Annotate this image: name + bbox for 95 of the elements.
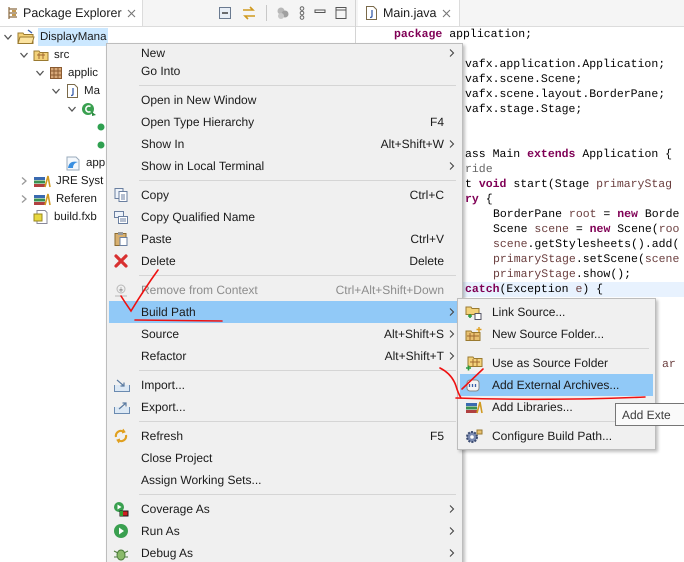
class-icon — [81, 101, 97, 117]
menu-item[interactable]: Delete Delete — [109, 250, 460, 272]
code-line: primaryStage.setScene(scene — [493, 252, 680, 268]
menu-item[interactable]: Assign Working Sets... — [109, 469, 460, 491]
menu-item[interactable]: Link Source... — [460, 301, 653, 323]
css-file-icon — [65, 155, 81, 171]
code-line: catch(Exception e) { — [465, 282, 604, 298]
view-icon — [6, 6, 18, 20]
main-java-tab[interactable]: Main.java — [358, 0, 460, 26]
chevron-right-icon[interactable] — [19, 194, 29, 204]
menu-item[interactable]: Coverage As — [109, 498, 460, 520]
source-folder-icon — [33, 48, 49, 62]
menu-item[interactable]: Build Path — [109, 301, 460, 323]
clipboard-icon — [113, 231, 129, 247]
tree-item[interactable]: build.fxb — [52, 208, 99, 226]
tree-item[interactable]: applic — [66, 64, 100, 82]
menu-item[interactable]: Refactor Alt+Shift+T — [109, 345, 460, 367]
library-icon — [465, 400, 483, 414]
menu-item[interactable]: Export... — [109, 396, 460, 418]
menu-item[interactable]: Configure Build Path... — [460, 425, 653, 447]
menu-item[interactable]: Open in New Window — [109, 89, 460, 111]
code-line: vafx.scene.layout.BorderPane; — [465, 86, 666, 103]
tree-item[interactable]: JRE Syst — [54, 172, 106, 190]
close-icon[interactable] — [126, 8, 136, 18]
view-menu-icon[interactable] — [299, 6, 305, 20]
menu-item[interactable]: Copy Qualified Name — [109, 206, 460, 228]
chevron-right-icon[interactable] — [19, 176, 29, 186]
code-line: ass Main extends Application { — [465, 146, 672, 163]
method-dot-icon — [97, 122, 105, 132]
gear-icon — [465, 428, 483, 444]
refresh-icon — [113, 428, 129, 444]
tree-item[interactable]: app — [84, 154, 108, 172]
menu-item[interactable]: Add External Archives... — [460, 374, 653, 396]
folder-link-icon — [465, 304, 483, 320]
menu-item[interactable]: New Source Folder... — [460, 323, 653, 345]
library-icon — [33, 174, 51, 188]
tree-item[interactable]: src — [52, 46, 72, 64]
code-line: scene.getStylesheets().add( — [493, 236, 680, 253]
code-line: Scene scene = new Scene(roo — [493, 222, 680, 238]
package-explorer-tab[interactable]: Package Explorer — [0, 0, 143, 26]
menu-item[interactable]: Close Project — [109, 447, 460, 469]
new-folder-icon — [465, 326, 483, 342]
method-dot-icon — [97, 140, 105, 150]
menu-item[interactable]: Show In Alt+Shift+W — [109, 133, 460, 155]
tree-item[interactable]: Referen — [54, 190, 99, 208]
java-file-icon — [364, 5, 378, 21]
maximize-icon[interactable] — [335, 6, 347, 20]
code-line: ar — [662, 356, 676, 373]
chevron-down-icon[interactable] — [51, 86, 61, 96]
coverage-icon — [113, 501, 129, 517]
copy-icon — [113, 187, 129, 203]
copy-icon — [113, 209, 129, 225]
menu-item[interactable]: Use as Source Folder — [460, 352, 653, 374]
menu-item[interactable]: Source Alt+Shift+S — [109, 323, 460, 345]
chevron-down-icon[interactable] — [67, 104, 77, 114]
tooltip-text: Add Exte — [622, 406, 671, 424]
close-icon[interactable] — [442, 8, 450, 18]
code-line: vafx.application.Application; — [465, 56, 666, 73]
code-line: primaryStage.show(); — [493, 266, 632, 283]
remove-context-icon — [113, 282, 129, 298]
tab-label: Package Explorer — [23, 4, 122, 22]
code-line: t void start(Stage primaryStag — [465, 176, 672, 193]
tree-item[interactable]: DisplayMana — [38, 28, 108, 46]
code-line: vafx.scene.Scene; — [465, 72, 582, 88]
tab-label: Main.java — [383, 4, 436, 22]
build-file-icon — [33, 209, 49, 225]
source-folder-add-icon — [465, 355, 483, 371]
code-line: ride — [465, 162, 493, 178]
menu-item[interactable]: Copy Ctrl+C — [109, 184, 460, 206]
menu-item[interactable]: Import... — [109, 374, 460, 396]
archive-jar-icon — [465, 377, 481, 393]
collapse-all-icon[interactable] — [218, 6, 232, 20]
code-line: ry { — [465, 192, 493, 208]
menu-item[interactable]: Paste Ctrl+V — [109, 228, 460, 250]
chevron-down-icon[interactable] — [35, 68, 45, 78]
chevron-down-icon[interactable] — [19, 50, 29, 60]
menu-item[interactable]: New — [109, 45, 460, 60]
menu-item[interactable]: Debug As — [109, 542, 460, 562]
code-line: vafx.stage.Stage; — [465, 102, 582, 118]
chevron-down-icon[interactable] — [3, 32, 13, 42]
library-icon — [33, 192, 51, 206]
import-icon — [113, 377, 131, 393]
run-icon — [113, 523, 129, 539]
code-line: BorderPane root = new Borde — [493, 206, 680, 223]
delete-x-icon — [113, 253, 129, 269]
project-folder-icon — [17, 29, 35, 45]
tree-item[interactable]: Ma — [82, 82, 102, 100]
menu-item[interactable]: Go Into — [109, 60, 460, 82]
menu-item[interactable]: Run As — [109, 520, 460, 542]
menu-item[interactable]: Show in Local Terminal — [109, 155, 460, 177]
java-file-icon — [65, 83, 79, 99]
menu-item[interactable]: Open Type Hierarchy F4 — [109, 111, 460, 133]
code-line: package application; — [394, 27, 532, 44]
menu-item[interactable]: Refresh F5 — [109, 425, 460, 447]
package-icon — [49, 66, 63, 80]
